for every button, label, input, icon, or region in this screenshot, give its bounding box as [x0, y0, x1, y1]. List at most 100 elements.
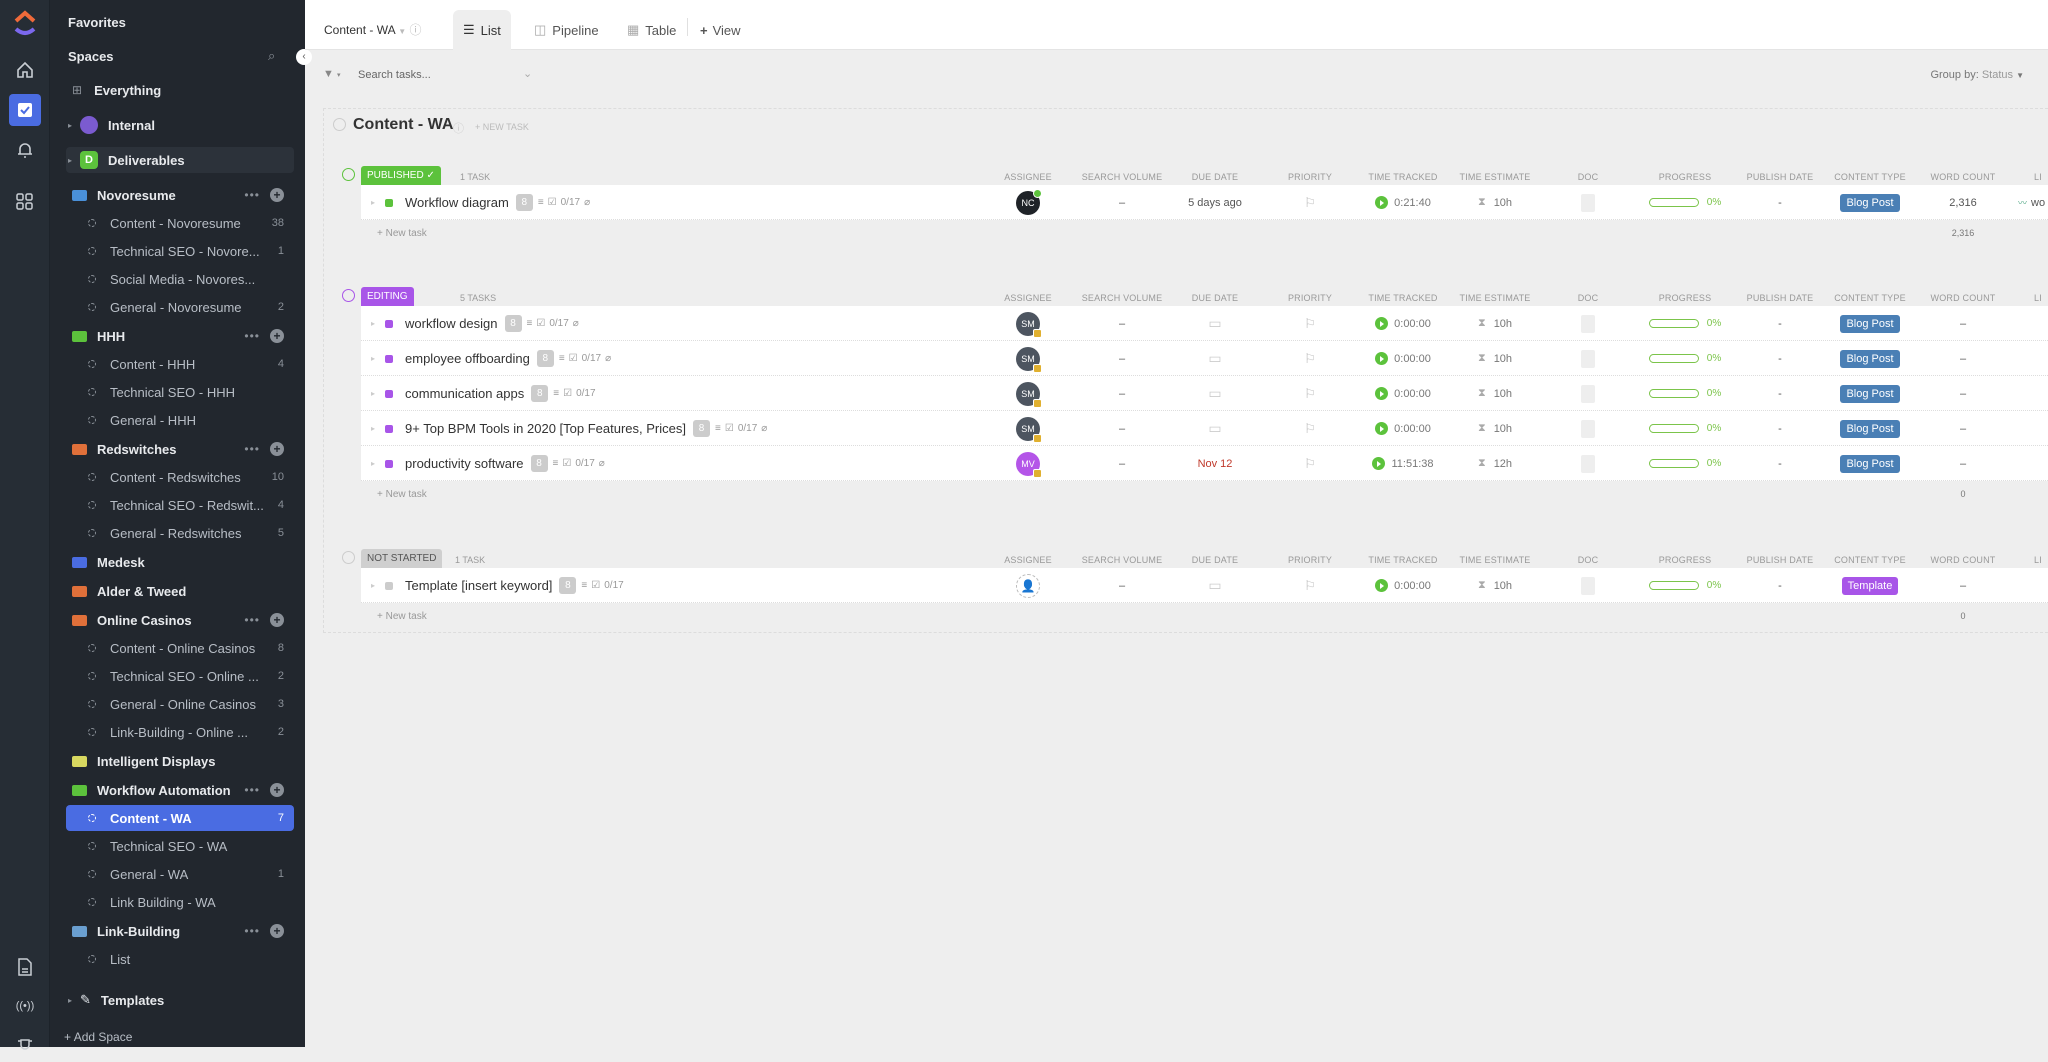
avatar[interactable]: MV — [1016, 451, 1042, 478]
column-header[interactable]: PRIORITY — [1275, 555, 1345, 565]
sidebar-list-item[interactable]: Content - WA 7 — [66, 805, 294, 831]
calendar-icon[interactable]: ▭ — [1208, 420, 1221, 437]
due-date-cell[interactable]: ▭ — [1175, 376, 1255, 411]
more-options-icon[interactable]: ••• — [244, 188, 260, 202]
sidebar-folder[interactable]: Novoresume ••• + — [66, 182, 294, 208]
column-header[interactable]: ASSIGNEE — [993, 172, 1063, 182]
time-tracked-cell[interactable]: 0:00:00 — [1363, 341, 1443, 376]
expand-icon[interactable]: ▸ — [371, 354, 375, 363]
time-tracked-cell[interactable]: 0:00:00 — [1363, 568, 1443, 603]
priority-cell[interactable]: ⚐ — [1290, 568, 1330, 603]
add-list-icon[interactable]: + — [270, 329, 284, 343]
sidebar-item-internal[interactable]: ▸ Internal — [66, 112, 294, 138]
new-task-row-button[interactable]: + New task — [377, 611, 427, 622]
new-task-row-button[interactable]: + New task — [377, 228, 427, 239]
info-icon[interactable]: ⓘ — [453, 120, 464, 136]
tasks-icon[interactable] — [9, 94, 41, 126]
time-estimate-cell[interactable]: ⧗ 10h — [1455, 341, 1535, 376]
avatar[interactable]: SM — [1016, 346, 1042, 373]
column-header[interactable]: PROGRESS — [1640, 555, 1730, 565]
tab-list[interactable]: ☰ List — [453, 10, 511, 50]
assignee-cell[interactable]: 👤 — [1008, 568, 1048, 603]
group-by-select[interactable]: Group by: Status ▼ — [1930, 69, 2024, 81]
play-icon[interactable] — [1375, 579, 1389, 592]
priority-cell[interactable]: ⚐ — [1290, 411, 1330, 446]
due-date-cell[interactable]: 5 days ago — [1175, 185, 1255, 220]
sidebar-folder[interactable]: Intelligent Displays — [66, 748, 294, 774]
content-type-badge[interactable]: Template — [1841, 576, 1899, 595]
column-header[interactable]: CONTENT TYPE — [1830, 172, 1910, 182]
task-name[interactable]: ▸ workflow design 8 ≡ ☑ 0/17 ⌀ — [371, 306, 579, 341]
more-options-icon[interactable]: ••• — [244, 329, 260, 343]
flag-icon[interactable]: ⚐ — [1304, 351, 1316, 367]
status-square[interactable] — [385, 319, 394, 328]
sidebar-list-item[interactable]: Technical SEO - Redswit... 4 — [66, 492, 294, 518]
doc-cell[interactable] — [1568, 446, 1608, 481]
content-type-cell[interactable]: Blog Post — [1830, 411, 1910, 446]
column-header[interactable]: SEARCH VOLUME — [1077, 555, 1167, 565]
priority-cell[interactable]: ⚐ — [1290, 306, 1330, 341]
time-estimate-cell[interactable]: ⧗ 10h — [1455, 411, 1535, 446]
status-square[interactable] — [385, 459, 394, 468]
time-estimate-cell[interactable]: ⧗ 10h — [1455, 376, 1535, 411]
status-square[interactable] — [385, 354, 394, 363]
column-header[interactable]: TIME ESTIMATE — [1455, 293, 1535, 303]
status-square[interactable] — [385, 389, 394, 398]
status-square[interactable] — [385, 198, 394, 207]
table-row[interactable]: ▸ Template [insert keyword] 8 ≡ ☑ 0/17 👤 – ▭ ⚐ 0:0… — [361, 568, 2048, 603]
task-name[interactable]: ▸ employee offboarding 8 ≡ ☑ 0/17 ⌀ — [371, 341, 611, 376]
google-drive-doc-icon[interactable] — [1581, 349, 1595, 368]
column-header[interactable]: TIME TRACKED — [1363, 555, 1443, 565]
flag-icon[interactable]: ⚐ — [1304, 421, 1316, 437]
sidebar-list-item[interactable]: Technical SEO - Online ... 2 — [66, 663, 294, 689]
assignee-cell[interactable]: NC — [1008, 185, 1048, 220]
collapse-group-icon[interactable] — [342, 168, 355, 181]
more-options-icon[interactable]: ••• — [244, 783, 260, 797]
table-row[interactable]: ▸ communication apps 8 ≡ ☑ 0/17 SM – ▭ ⚐ 0:00:00 ⧗ 1… — [361, 376, 2048, 411]
column-header[interactable]: DOC — [1568, 293, 1608, 303]
column-header[interactable]: SEARCH VOLUME — [1077, 172, 1167, 182]
apps-icon[interactable] — [9, 186, 41, 218]
sidebar-folder[interactable]: Medesk — [66, 549, 294, 575]
search-input[interactable]: Search tasks... — [358, 69, 538, 81]
column-header[interactable]: DUE DATE — [1180, 293, 1250, 303]
due-date-cell[interactable]: ▭ — [1175, 568, 1255, 603]
google-drive-doc-icon[interactable] — [1581, 384, 1595, 403]
content-type-badge[interactable]: Blog Post — [1840, 349, 1900, 368]
task-title[interactable]: productivity software — [405, 456, 524, 471]
column-header[interactable]: CONTENT TYPE — [1830, 293, 1910, 303]
calendar-icon[interactable]: ▭ — [1208, 350, 1221, 367]
sidebar-folder[interactable]: Alder & Tweed — [66, 578, 294, 604]
publish-date-cell[interactable]: - — [1760, 411, 1800, 446]
avatar[interactable]: SM — [1016, 311, 1042, 338]
add-list-icon[interactable]: + — [270, 613, 284, 627]
add-list-icon[interactable]: + — [270, 442, 284, 456]
sidebar-list-item[interactable]: Technical SEO - HHH — [66, 379, 294, 405]
task-name[interactable]: ▸ communication apps 8 ≡ ☑ 0/17 — [371, 376, 596, 411]
assignee-cell[interactable]: SM — [1008, 411, 1048, 446]
calendar-icon[interactable]: ▭ — [1208, 577, 1221, 594]
time-estimate-cell[interactable]: ⧗ 10h — [1455, 306, 1535, 341]
expand-icon[interactable]: ▸ — [371, 198, 375, 207]
sidebar-folder[interactable]: Redswitches ••• + — [66, 436, 294, 462]
column-header[interactable]: PROGRESS — [1640, 293, 1730, 303]
doc-cell[interactable] — [1568, 411, 1608, 446]
search-spaces-icon[interactable]: ⌕ — [268, 48, 275, 64]
task-title[interactable]: employee offboarding — [405, 351, 530, 366]
column-header[interactable]: WORD COUNT — [1923, 293, 2003, 303]
column-header[interactable]: SEARCH VOLUME — [1077, 293, 1167, 303]
column-header[interactable]: CONTENT TYPE — [1830, 555, 1910, 565]
column-header[interactable]: ASSIGNEE — [993, 293, 1063, 303]
column-header[interactable]: WORD COUNT — [1923, 172, 2003, 182]
sidebar-list-item[interactable]: Content - Online Casinos 8 — [66, 635, 294, 661]
priority-cell[interactable]: ⚐ — [1290, 341, 1330, 376]
sidebar-folder[interactable]: Link-Building ••• + — [66, 918, 294, 944]
time-estimate-cell[interactable]: ⧗ 10h — [1455, 185, 1535, 220]
new-task-row-button[interactable]: + New task — [377, 489, 427, 500]
time-tracked-cell[interactable]: 0:00:00 — [1363, 376, 1443, 411]
table-row[interactable]: ▸ Workflow diagram 8 ≡ ☑ 0/17 ⌀ NC – 5 days ago ⚐ 0… — [361, 185, 2048, 220]
assignee-cell[interactable]: SM — [1008, 341, 1048, 376]
expand-icon[interactable]: ▸ — [371, 389, 375, 398]
avatar[interactable]: SM — [1016, 381, 1042, 408]
publish-date-cell[interactable]: - — [1760, 341, 1800, 376]
